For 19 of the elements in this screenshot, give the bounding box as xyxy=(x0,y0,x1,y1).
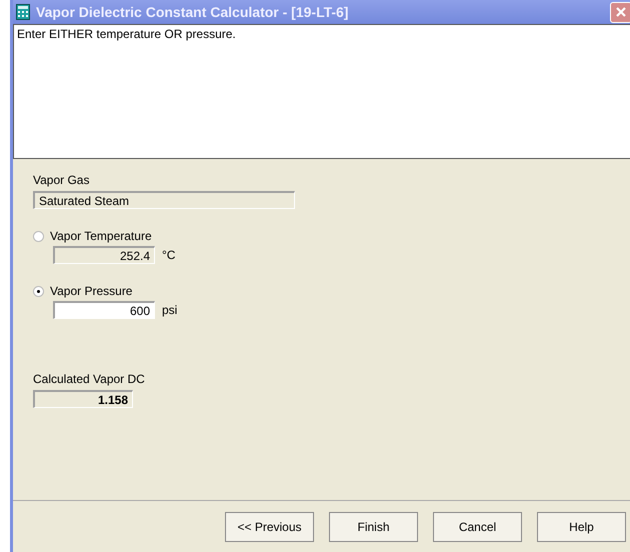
window-title: Vapor Dielectric Constant Calculator - [19-LT-6] xyxy=(36,4,350,20)
calculator-icon xyxy=(16,4,30,20)
field-label: Calculated Vapor DC xyxy=(33,372,145,386)
instruction-text: Enter EITHER temperature OR pressure. xyxy=(17,27,236,41)
result-field: 1.158 xyxy=(33,390,133,408)
dialog-button[interactable]: << Previous xyxy=(225,512,314,542)
unit-label: psi xyxy=(162,303,178,317)
dialog-button[interactable]: Cancel xyxy=(433,512,522,542)
unit-label: °C xyxy=(162,248,176,262)
dialog-button[interactable]: Finish xyxy=(329,512,418,542)
radio-label: Vapor Pressure xyxy=(50,284,132,298)
field-label: Vapor Gas xyxy=(33,173,90,187)
input-field[interactable]: 600 xyxy=(53,301,155,319)
gas-field: Saturated Steam xyxy=(33,191,295,209)
close-button[interactable] xyxy=(610,2,630,22)
dialog-button[interactable]: Help xyxy=(537,512,626,542)
radio-button[interactable] xyxy=(33,286,44,296)
radio-label: Vapor Temperature xyxy=(50,229,152,243)
close-icon xyxy=(615,6,627,18)
